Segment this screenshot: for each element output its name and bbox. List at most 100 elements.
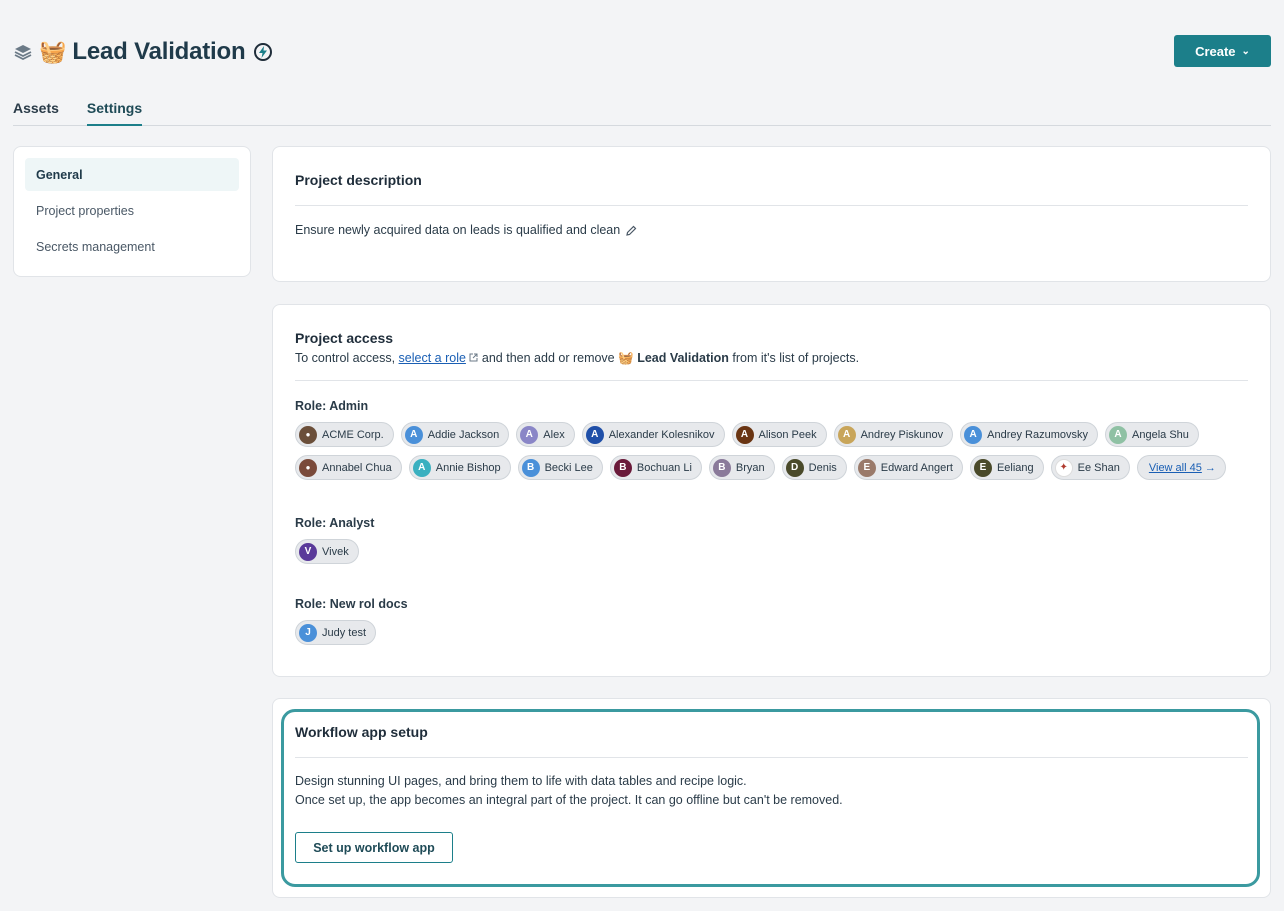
member-chip-acme-corp[interactable]: ● ACME Corp.	[295, 422, 394, 447]
member-name: Bochuan Li	[636, 461, 692, 474]
divider	[295, 205, 1248, 206]
project-name-bold: Lead Validation	[637, 351, 729, 365]
member-name: Judy test	[322, 626, 367, 639]
avatar: E	[973, 458, 992, 477]
chevron-down-icon: ⌄	[1241, 45, 1250, 57]
member-chip-annabel-chua[interactable]: ● Annabel Chua	[295, 455, 402, 480]
avatar: A	[412, 458, 431, 477]
project-description-text-row: Ensure newly acquired data on leads is q…	[295, 223, 1248, 237]
member-chip-bochuan-li[interactable]: B Bochuan Li	[609, 455, 702, 480]
member-chip-eeliang[interactable]: E Eeliang	[969, 455, 1044, 480]
subtitle-suffix: from it's list of projects.	[732, 351, 860, 365]
avatar: V	[299, 542, 317, 561]
divider	[295, 380, 1248, 381]
page-header: 🧺 Lead Validation	[13, 36, 273, 68]
member-name: Ee Shan	[1077, 461, 1120, 474]
member-chip-bryan[interactable]: B Bryan	[708, 455, 775, 480]
highlight-outline	[281, 709, 1260, 887]
select-role-link[interactable]: select a role	[399, 351, 466, 365]
avatar: B	[521, 458, 540, 477]
create-button-label: Create	[1195, 43, 1236, 59]
role-admin-title: Role: Admin	[295, 399, 369, 413]
avatar: E	[857, 458, 876, 477]
member-name: Denis	[808, 461, 837, 474]
member-name: Alex	[543, 428, 565, 441]
project-access-title: Project access	[295, 330, 394, 346]
member-name: Annabel Chua	[322, 461, 392, 474]
subtitle-prefix: To control access,	[295, 351, 396, 365]
sidebar-item-general[interactable]: General	[25, 158, 239, 191]
project-description-text: Ensure newly acquired data on leads is q…	[295, 223, 621, 237]
member-name: Andrey Piskunov	[860, 428, 944, 441]
bolt-icon[interactable]	[254, 43, 273, 61]
subtitle-middle: and then add or remove	[481, 351, 615, 365]
view-all-members-button[interactable]: View all 45 →	[1136, 455, 1226, 480]
sidebar-item-project-properties[interactable]: Project properties	[25, 194, 239, 227]
avatar: ●	[299, 425, 317, 444]
avatar: A	[837, 425, 856, 444]
arrow-right-icon: →	[1204, 461, 1216, 474]
avatar: A	[735, 425, 754, 444]
member-name: Alexander Kolesnikov	[608, 428, 715, 441]
member-chip-annie-bishop[interactable]: A Annie Bishop	[408, 455, 511, 480]
tab-assets[interactable]: Assets	[13, 100, 59, 126]
member-name: Vivek	[322, 545, 349, 558]
avatar: B	[613, 458, 632, 477]
member-name: Bryan	[735, 461, 765, 474]
avatar: D	[785, 458, 804, 477]
member-chip-vivek[interactable]: V Vivek	[295, 539, 359, 564]
member-chip-alex[interactable]: A Alex	[516, 422, 575, 447]
avatar: B	[712, 458, 731, 477]
role-new-rol-docs-title: Role: New rol docs	[295, 597, 408, 611]
member-name: Edward Angert	[880, 461, 953, 474]
basket-icon: 🧺	[618, 351, 634, 365]
avatar: A	[1109, 425, 1128, 444]
select-role-link-text: select a role	[398, 351, 466, 365]
member-name: Addie Jackson	[427, 428, 500, 441]
member-name: ACME Corp.	[322, 428, 384, 441]
member-name: Annie Bishop	[435, 461, 501, 474]
member-chip-becki-lee[interactable]: B Becki Lee	[517, 455, 603, 480]
member-chip-ee-shan[interactable]: ✦ Ee Shan	[1050, 455, 1130, 480]
project-access-card: Project access To control access, select…	[272, 304, 1271, 677]
layers-icon	[14, 45, 32, 61]
member-chip-andrey-piskunov[interactable]: A Andrey Piskunov	[833, 422, 954, 447]
tab-bar: Assets Settings	[13, 100, 1271, 126]
member-chip-andrey-razumovsky[interactable]: A Andrey Razumovsky	[960, 422, 1099, 447]
member-chip-edward-angert[interactable]: E Edward Angert	[853, 455, 963, 480]
role-analyst-title: Role: Analyst	[295, 516, 375, 530]
member-chip-denis[interactable]: D Denis	[781, 455, 847, 480]
view-all-label: View all 45	[1148, 461, 1202, 474]
project-description-card: Project description Ensure newly acquire…	[272, 146, 1271, 282]
sidebar-item-secrets-management[interactable]: Secrets management	[25, 230, 239, 263]
avatar: A	[964, 425, 983, 444]
avatar: A	[585, 425, 604, 444]
avatar: A	[520, 425, 539, 444]
avatar: ✦	[1054, 458, 1073, 477]
avatar: ●	[299, 458, 317, 477]
member-name: Alison Peek	[758, 428, 817, 441]
avatar: J	[299, 623, 317, 642]
basket-icon: 🧺	[39, 39, 67, 64]
member-name: Angela Shu	[1132, 428, 1189, 441]
external-link-icon	[469, 353, 478, 362]
member-name: Andrey Razumovsky	[987, 428, 1089, 441]
page-title: Lead Validation	[72, 38, 246, 65]
member-name: Eeliang	[996, 461, 1034, 474]
create-button[interactable]: Create ⌄	[1174, 35, 1271, 67]
avatar: A	[404, 425, 423, 444]
role-admin-members: ● ACME Corp. A Addie Jackson A Alex A Alexander…	[295, 422, 1255, 480]
tab-settings[interactable]: Settings	[86, 100, 143, 126]
member-chip-alexander-kolesnikov[interactable]: A Alexander Kolesnikov	[581, 422, 725, 447]
member-chip-alison-peek[interactable]: A Alison Peek	[731, 422, 827, 447]
role-new-rol-docs-members: J Judy test	[295, 620, 1248, 645]
member-chip-angela-shu[interactable]: A Angela Shu	[1105, 422, 1199, 447]
project-description-title: Project description	[295, 172, 422, 188]
role-analyst-members: V Vivek	[295, 539, 1248, 564]
member-chip-addie-jackson[interactable]: A Addie Jackson	[400, 422, 510, 447]
member-name: Becki Lee	[544, 461, 593, 474]
member-chip-judy-test[interactable]: J Judy test	[295, 620, 377, 645]
pencil-icon[interactable]	[626, 225, 637, 236]
project-access-subtitle: To control access, select a role and the…	[295, 351, 1248, 366]
settings-sidebar: General Project properties Secrets manag…	[13, 146, 251, 277]
